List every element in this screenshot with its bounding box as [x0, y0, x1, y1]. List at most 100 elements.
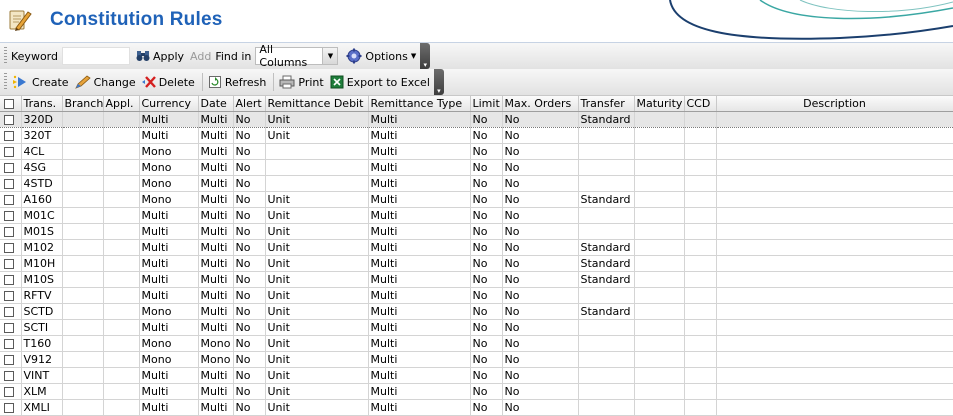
print-button[interactable]: Print — [277, 71, 327, 93]
row-select-cell[interactable] — [0, 175, 22, 192]
row-checkbox[interactable] — [4, 211, 14, 221]
row-checkbox[interactable] — [4, 147, 14, 157]
row-select-cell[interactable] — [0, 223, 22, 240]
row-select-cell[interactable] — [0, 383, 22, 400]
table-row[interactable]: 320T Multi Multi No Unit Multi No No — [0, 127, 953, 144]
row-checkbox[interactable] — [4, 339, 14, 349]
row-checkbox[interactable] — [4, 371, 14, 381]
column-header[interactable]: Remittance Debit — [265, 96, 369, 112]
refresh-icon — [208, 76, 221, 88]
column-header[interactable]: Description — [716, 96, 953, 112]
find-in-select[interactable]: All Columns ▼ — [255, 43, 339, 69]
column-header[interactable]: Currency — [139, 96, 199, 112]
row-select-cell[interactable] — [0, 271, 22, 288]
row-select-cell[interactable] — [0, 191, 22, 208]
row-checkbox[interactable] — [4, 275, 14, 285]
column-header[interactable]: Limit — [470, 96, 503, 112]
column-header[interactable]: Maturity — [634, 96, 685, 112]
table-cell — [103, 143, 140, 160]
create-button[interactable]: Create — [11, 71, 73, 93]
table-row[interactable]: V912 Mono Mono No Unit Multi No No — [0, 351, 953, 368]
table-row[interactable]: A160 Mono Multi No Unit Multi No No Standard — [0, 191, 953, 208]
row-select-cell[interactable] — [0, 303, 22, 320]
row-select-cell[interactable] — [0, 143, 22, 160]
toolbar-grip[interactable] — [4, 73, 7, 91]
table-row[interactable]: M01C Multi Multi No Unit Multi No No — [0, 207, 953, 224]
table-row[interactable]: M01S Multi Multi No Unit Multi No No — [0, 223, 953, 240]
export-to-excel-button[interactable]: Export to Excel — [328, 71, 434, 93]
table-cell: No — [502, 207, 579, 224]
select-all-checkbox[interactable] — [4, 99, 14, 109]
table-cell — [684, 303, 717, 320]
table-row[interactable]: 4SG Mono Multi No Multi No No — [0, 159, 953, 176]
table-cell: Multi — [198, 207, 234, 224]
chevron-down-icon[interactable]: ▼ — [322, 48, 338, 64]
row-checkbox[interactable] — [4, 355, 14, 365]
table-cell: No — [502, 143, 579, 160]
options-button[interactable]: Options ▼ — [344, 45, 420, 67]
row-checkbox[interactable] — [4, 227, 14, 237]
column-header[interactable]: Date — [198, 96, 234, 112]
table-row[interactable]: XMLI Multi Multi No Unit Multi No No — [0, 399, 953, 416]
toolbar-overflow-button[interactable]: ▾ — [433, 69, 444, 95]
column-header[interactable]: Trans. — [21, 96, 63, 112]
table-row[interactable]: T160 Mono Mono No Unit Multi No No — [0, 335, 953, 352]
table-row[interactable]: RFTV Multi Multi No Unit Multi No No — [0, 287, 953, 304]
row-checkbox[interactable] — [4, 131, 14, 141]
delete-button[interactable]: Delete — [140, 71, 199, 93]
row-select-cell[interactable] — [0, 319, 22, 336]
table-cell — [684, 111, 717, 128]
row-checkbox[interactable] — [4, 195, 14, 205]
row-checkbox[interactable] — [4, 307, 14, 317]
row-select-cell[interactable] — [0, 287, 22, 304]
row-select-cell[interactable] — [0, 111, 22, 128]
refresh-button[interactable]: Refresh — [206, 71, 271, 93]
row-select-cell[interactable] — [0, 351, 22, 368]
column-header[interactable]: Appl. — [103, 96, 140, 112]
table-row[interactable]: VINT Multi Multi No Unit Multi No No — [0, 367, 953, 384]
row-select-cell[interactable] — [0, 127, 22, 144]
toolbar-grip[interactable] — [4, 47, 7, 65]
table-row[interactable]: 4STD Mono Multi No Multi No No — [0, 175, 953, 192]
column-header[interactable]: Alert — [233, 96, 266, 112]
row-select-cell[interactable] — [0, 399, 22, 416]
row-checkbox[interactable] — [4, 163, 14, 173]
table-row[interactable]: M10S Multi Multi No Unit Multi No No Standard — [0, 271, 953, 288]
row-checkbox[interactable] — [4, 243, 14, 253]
table-row[interactable]: SCTD Mono Multi No Unit Multi No No Standard — [0, 303, 953, 320]
column-header[interactable]: Transfer — [578, 96, 635, 112]
column-header[interactable]: Max. Orders — [502, 96, 579, 112]
keyword-input[interactable] — [61, 47, 130, 65]
select-all-header[interactable] — [0, 96, 22, 112]
row-select-cell[interactable] — [0, 159, 22, 176]
change-button[interactable]: Change — [73, 71, 140, 93]
apply-button[interactable]: Apply — [134, 45, 188, 67]
row-select-cell[interactable] — [0, 207, 22, 224]
table-row[interactable]: SCTI Multi Multi No Unit Multi No No — [0, 319, 953, 336]
row-checkbox[interactable] — [4, 115, 14, 125]
column-header[interactable]: Remittance Type — [368, 96, 471, 112]
row-checkbox[interactable] — [4, 259, 14, 269]
row-select-cell[interactable] — [0, 239, 22, 256]
row-checkbox[interactable] — [4, 323, 14, 333]
table-row[interactable]: 4CL Mono Multi No Multi No No — [0, 143, 953, 160]
table-cell: Multi — [368, 175, 471, 192]
toolbar-separator — [273, 73, 275, 91]
row-checkbox[interactable] — [4, 403, 14, 413]
row-checkbox[interactable] — [4, 179, 14, 189]
row-select-cell[interactable] — [0, 255, 22, 272]
table-row[interactable]: XLM Multi Multi No Unit Multi No No — [0, 383, 953, 400]
table-row[interactable]: 320D Multi Multi No Unit Multi No No Standard — [0, 111, 953, 128]
row-checkbox[interactable] — [4, 387, 14, 397]
add-button[interactable]: Add — [188, 45, 215, 67]
column-header[interactable]: CCD — [684, 96, 717, 112]
table-cell: M10H — [21, 255, 63, 272]
row-select-cell[interactable] — [0, 335, 22, 352]
table-row[interactable]: M10H Multi Multi No Unit Multi No No Standard — [0, 255, 953, 272]
table-cell — [103, 207, 140, 224]
column-header[interactable]: Branch — [62, 96, 104, 112]
row-checkbox[interactable] — [4, 291, 14, 301]
table-row[interactable]: M102 Multi Multi No Unit Multi No No Standard — [0, 239, 953, 256]
toolbar-overflow-button[interactable]: ▾ — [420, 43, 431, 69]
row-select-cell[interactable] — [0, 367, 22, 384]
